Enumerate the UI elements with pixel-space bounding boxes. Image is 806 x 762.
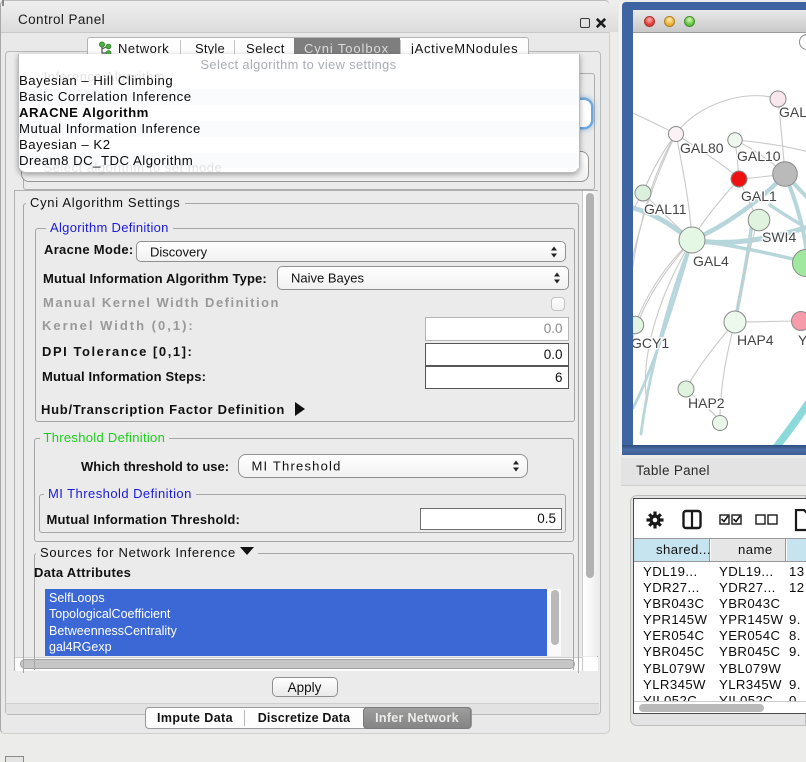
svg-text:GAL10: GAL10 [737,148,781,164]
svg-text:GAL: GAL [779,104,806,120]
svg-text:Y: Y [798,332,806,348]
svg-text:GAL4: GAL4 [693,253,729,269]
svg-text:HAP2: HAP2 [688,395,725,411]
svg-text:GAL11: GAL11 [644,201,687,217]
svg-text:HAP4: HAP4 [737,332,774,348]
svg-text:GAL80: GAL80 [680,140,724,156]
svg-text:SWI4: SWI4 [762,229,796,245]
svg-text:GAL1: GAL1 [741,188,777,204]
svg-text:GCY1: GCY1 [633,335,669,351]
